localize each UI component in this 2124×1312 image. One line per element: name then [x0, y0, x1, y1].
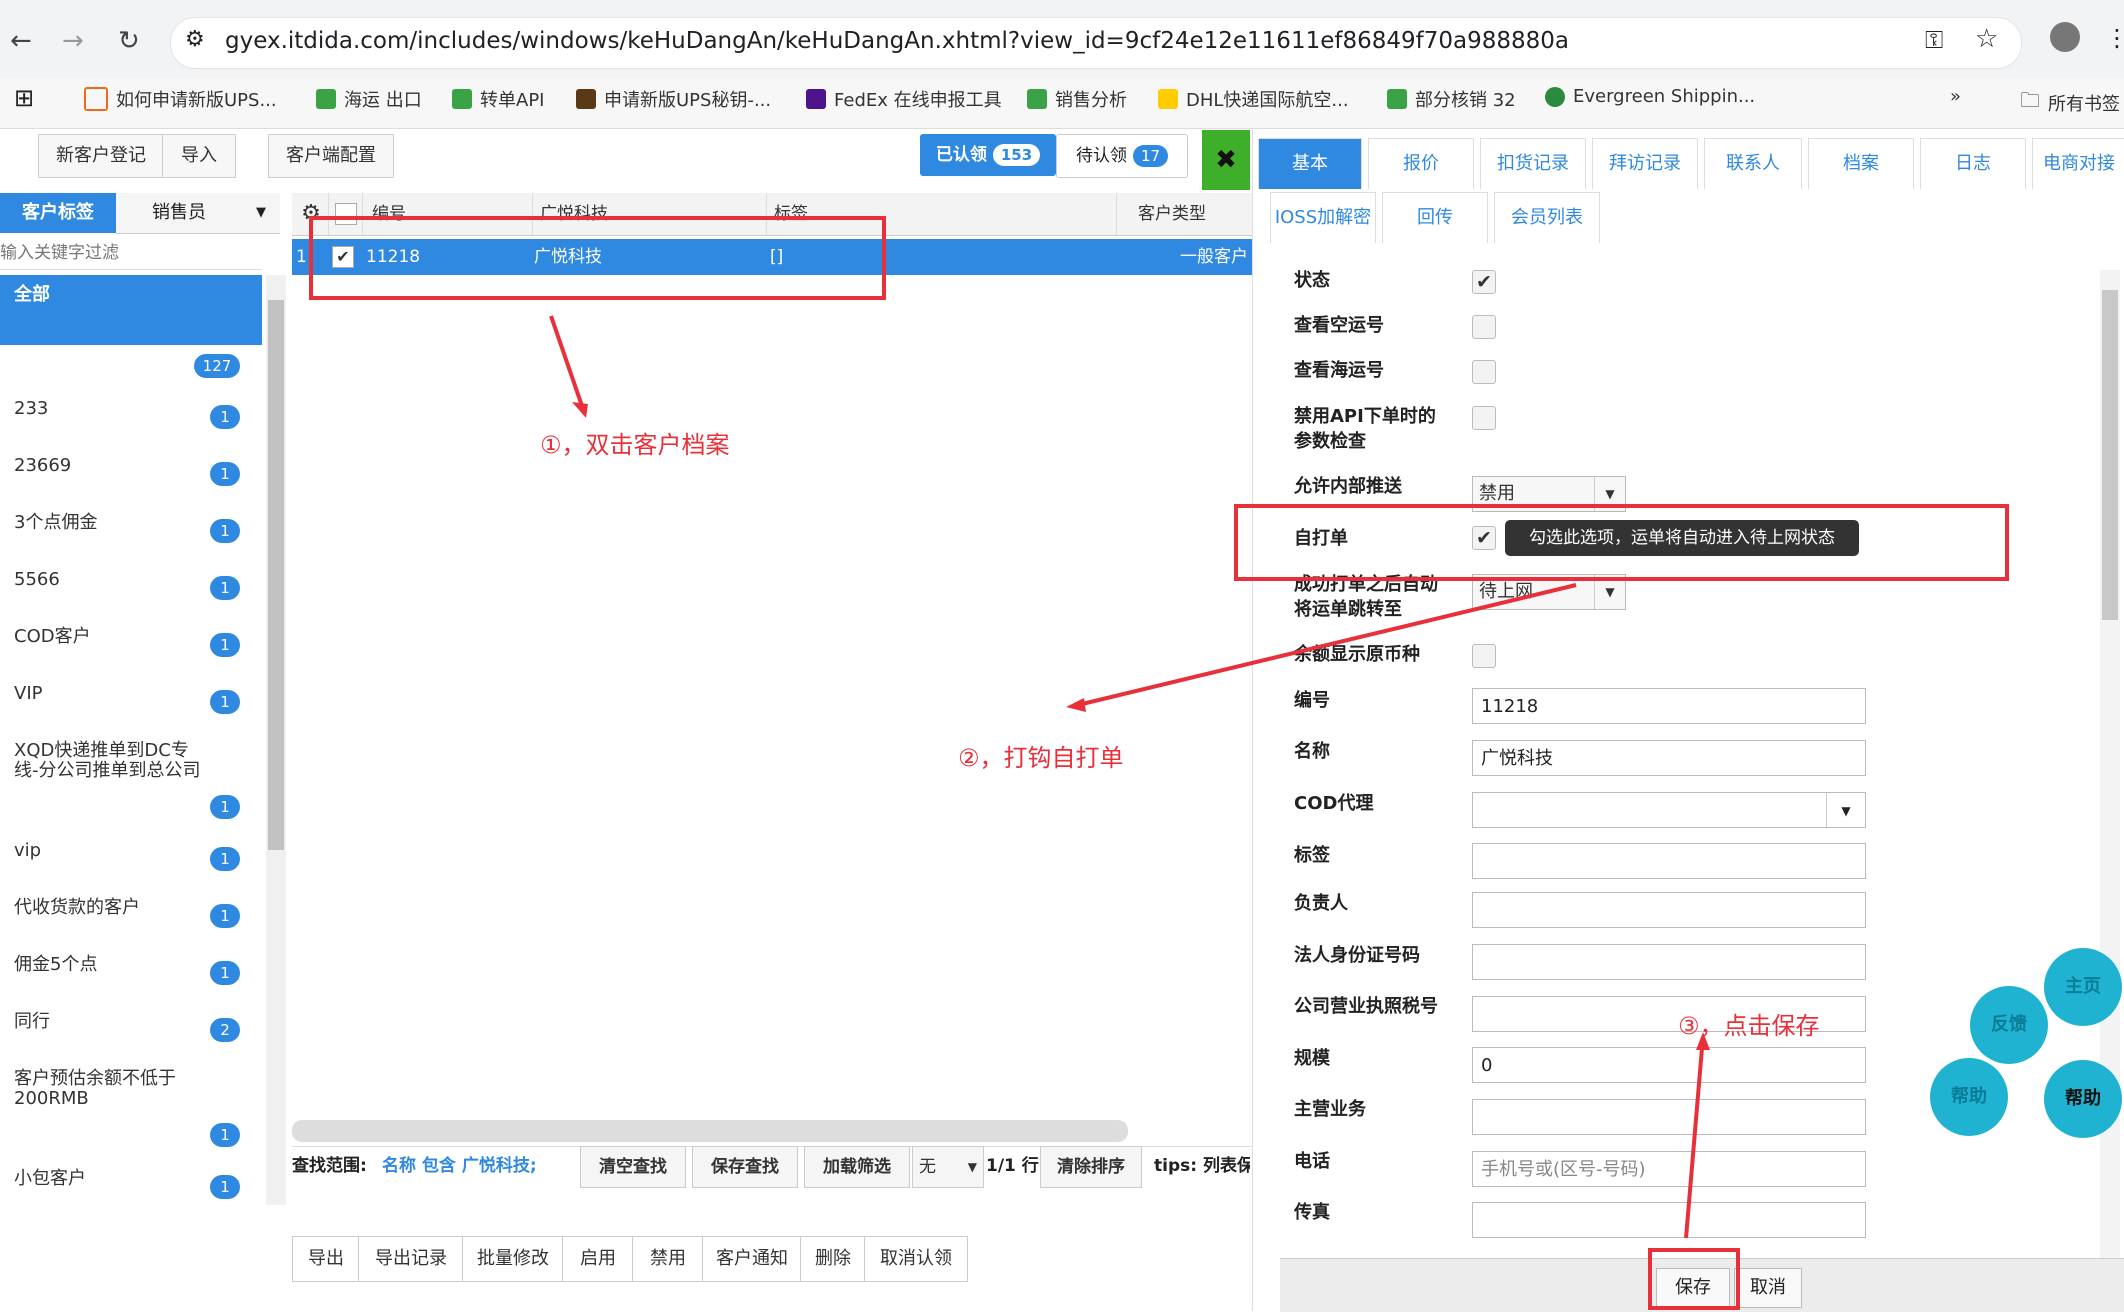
annotation-step2: ②，打钩自打单	[958, 744, 1124, 772]
arrow-step2	[1077, 583, 1577, 707]
arrow-step2-head	[1066, 698, 1086, 712]
annotation-step3: ③，点击保存	[1678, 1012, 1820, 1040]
arrow-step1-head	[572, 402, 588, 418]
arrow-step3	[1684, 1047, 1704, 1239]
annotation-arrows	[549, 315, 1710, 1239]
annotation-step1: ①，双击客户档案	[540, 431, 730, 459]
arrow-step1	[549, 315, 584, 407]
